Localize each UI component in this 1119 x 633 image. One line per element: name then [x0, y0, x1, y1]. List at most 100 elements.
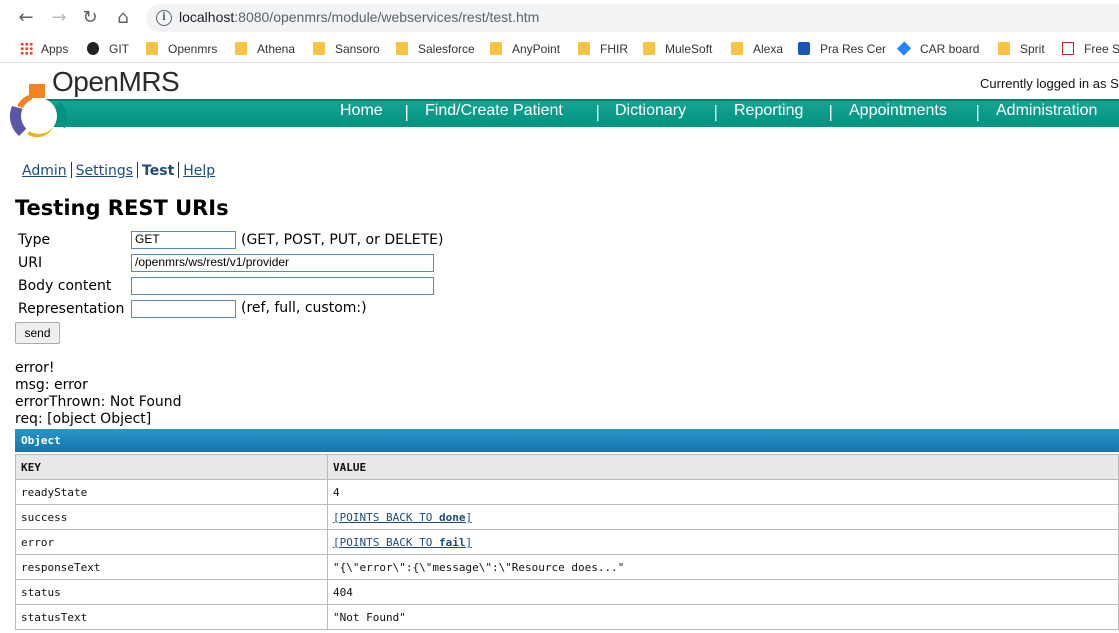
row-value: [POINTS BACK TO done] [327, 504, 1119, 530]
nav-separator: | [975, 102, 981, 121]
bookmark-openmrs[interactable]: Openmrs [146, 41, 217, 57]
reload-icon[interactable]: ↻ [78, 6, 102, 30]
bookmark-git[interactable]: GIT [87, 41, 129, 57]
bookmark-anypoint[interactable]: AnyPoint [490, 41, 560, 57]
folder-icon [396, 42, 408, 55]
bookmark-free-si[interactable]: Free SI [1062, 41, 1119, 57]
folder-icon [998, 42, 1010, 55]
row-key: error [15, 529, 328, 555]
row-value: [POINTS BACK TO fail] [327, 529, 1119, 555]
uri-input[interactable]: /openmrs/ws/rest/v1/provider [131, 254, 434, 272]
bookmark-car-board[interactable]: CAR board [896, 41, 979, 57]
nav-separator: | [713, 102, 719, 121]
error-line-3: errorThrown: Not Found [15, 394, 182, 410]
table-row: statusText "Not Found" [15, 604, 1119, 630]
body-content-input[interactable] [131, 277, 434, 295]
url-text[interactable]: localhost:8080/openmrs/module/webservice… [179, 9, 539, 25]
uri-label: URI [18, 255, 43, 271]
link-settings[interactable]: Settings [76, 163, 133, 179]
admin-breadcrumb: Admin Settings Test Help [22, 162, 215, 179]
github-icon [87, 42, 99, 55]
banner-stripe [40, 99, 1119, 101]
row-value: "Not Found" [327, 604, 1119, 630]
nav-reporting[interactable]: Reporting [734, 102, 803, 120]
openmrs-logo-icon[interactable] [7, 84, 71, 146]
row-key: success [15, 504, 328, 530]
table-row: error [POINTS BACK TO fail] [15, 529, 1119, 555]
representation-input[interactable] [131, 300, 236, 318]
folder-icon [578, 42, 590, 55]
folder-icon [490, 42, 502, 55]
table-header-row: KEY VALUE [15, 454, 1119, 480]
folder-icon [146, 42, 158, 55]
row-key: status [15, 579, 328, 605]
type-label: Type [18, 232, 51, 248]
row-key: statusText [15, 604, 328, 630]
info-icon[interactable]: i [156, 10, 172, 26]
nav-separator: | [828, 102, 834, 121]
object-table-title: Object [15, 429, 1119, 452]
nav-find-create-patient[interactable]: Find/Create Patient [425, 102, 563, 120]
bookmark-sansoro[interactable]: Sansoro [313, 41, 380, 57]
bookmark-athena[interactable]: Athena [235, 41, 295, 57]
send-button[interactable]: send [15, 322, 60, 344]
nav-separator: | [595, 102, 601, 121]
bookmark-fhir[interactable]: FHIR [578, 41, 628, 57]
browser-toolbar: ← → ↻ ⌂ i localhost:8080/openmrs/module/… [0, 0, 1119, 36]
bookmark-sprit[interactable]: Sprit [998, 41, 1045, 57]
address-bar[interactable]: i localhost:8080/openmrs/module/webservi… [146, 4, 1119, 32]
object-table: KEY VALUE readyState 4 success [POINTS B… [15, 454, 1119, 630]
bookmark-mulesoft[interactable]: MuleSoft [643, 41, 712, 57]
folder-icon [313, 42, 325, 55]
error-line-1: error! [15, 360, 55, 376]
link-admin[interactable]: Admin [22, 163, 67, 179]
jira-icon [896, 41, 912, 56]
bookmark-salesforce[interactable]: Salesforce [396, 41, 475, 57]
folder-icon [235, 42, 247, 55]
dropbox-icon [798, 42, 810, 55]
row-value: 404 [327, 579, 1119, 605]
link-separator [178, 162, 180, 178]
error-line-4: req: [object Object] [15, 411, 152, 427]
table-row: readyState 4 [15, 479, 1119, 505]
link-separator [137, 162, 139, 178]
body-content-label: Body content [18, 278, 112, 294]
type-input[interactable]: GET [131, 231, 236, 249]
bookmark-pra-res-cer[interactable]: Pra Res Cer [798, 41, 886, 57]
error-line-2: msg: error [15, 377, 88, 393]
forward-arrow-icon[interactable]: → [47, 6, 71, 30]
row-key: responseText [15, 554, 328, 580]
logged-in-status: Currently logged in as S [980, 76, 1119, 91]
link-separator [70, 162, 72, 178]
bookmark-apps[interactable]: Apps [20, 41, 68, 57]
points-back-link-fail[interactable]: [POINTS BACK TO fail] [333, 536, 472, 549]
openmrs-wordmark[interactable]: OpenMRS [52, 66, 180, 98]
col-value-header: VALUE [327, 454, 1119, 480]
row-key: readyState [15, 479, 328, 505]
nav-administration[interactable]: Administration [996, 102, 1097, 120]
table-row: status 404 [15, 579, 1119, 605]
table-row: responseText "{\"error\":{\"message\":\"… [15, 554, 1119, 580]
link-test-current: Test [142, 163, 175, 179]
nav-appointments[interactable]: Appointments [849, 102, 947, 120]
nav-dictionary[interactable]: Dictionary [615, 102, 686, 120]
nav-home[interactable]: Home [340, 102, 383, 120]
col-key-header: KEY [15, 454, 328, 480]
representation-hint: (ref, full, custom:) [241, 300, 367, 316]
home-icon[interactable]: ⌂ [111, 6, 135, 30]
main-nav-bar: Home | Find/Create Patient | Dictionary … [40, 99, 1119, 127]
bookmark-alexa[interactable]: Alexa [731, 41, 783, 57]
representation-label: Representation [18, 301, 125, 317]
back-arrow-icon[interactable]: ← [14, 6, 38, 30]
row-value: "{\"error\":{\"message\":\"Resource does… [327, 554, 1119, 580]
nav-separator: | [404, 102, 410, 121]
link-help[interactable]: Help [183, 163, 215, 179]
points-back-link-done[interactable]: [POINTS BACK TO done] [333, 511, 472, 524]
gmail-icon [1062, 42, 1074, 55]
table-row: success [POINTS BACK TO done] [15, 504, 1119, 530]
apps-grid-icon [20, 42, 33, 55]
folder-icon [643, 42, 655, 55]
type-hint: (GET, POST, PUT, or DELETE) [241, 232, 444, 248]
bookmarks-bar: Apps GIT Openmrs Athena Sansoro Salesfor… [0, 36, 1119, 63]
folder-icon [731, 42, 743, 55]
